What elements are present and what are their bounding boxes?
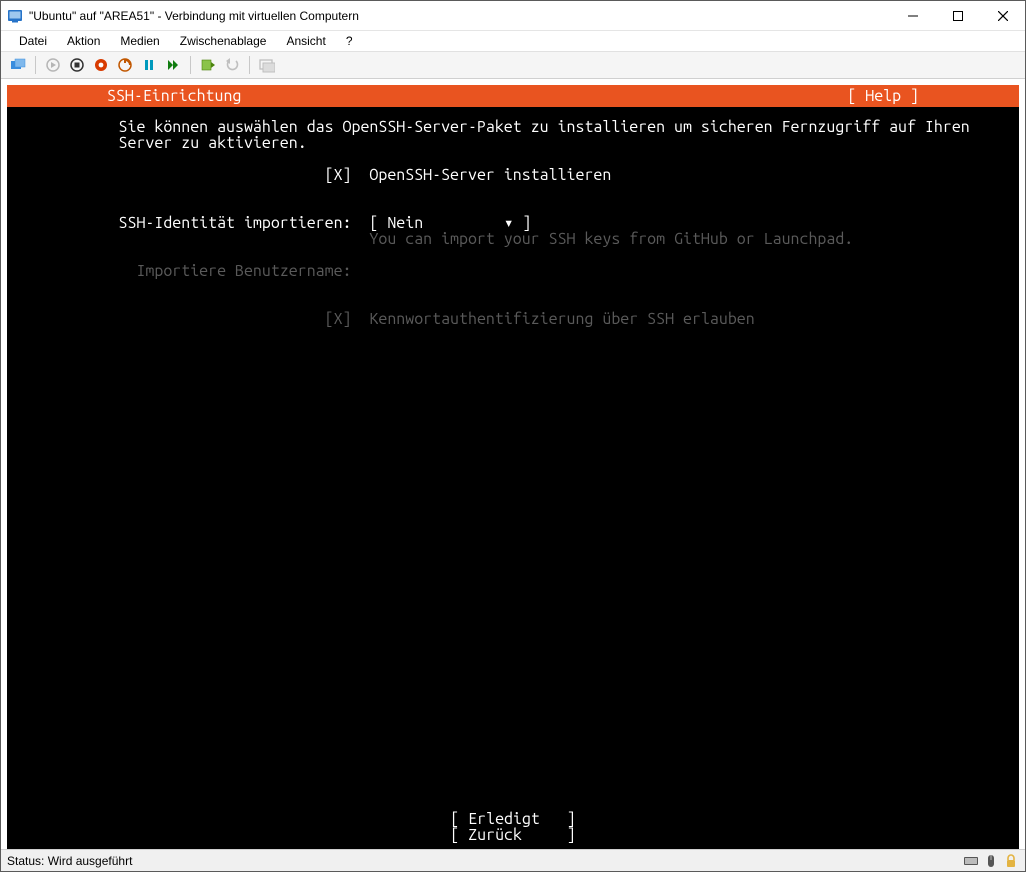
revert-icon[interactable]	[221, 54, 243, 76]
ctrl-alt-del-icon[interactable]	[7, 54, 29, 76]
toolbar	[1, 51, 1025, 79]
guest-display[interactable]: SSH-Einrichtung [ Help ] Sie können ausw…	[7, 85, 1019, 849]
vm-viewport-container: SSH-Einrichtung [ Help ] Sie können ausw…	[1, 79, 1025, 849]
close-button[interactable]	[980, 1, 1025, 30]
enhanced-session-icon[interactable]	[256, 54, 278, 76]
import-identity-hint: You can import your SSH keys from GitHub…	[369, 230, 853, 248]
pause-icon[interactable]	[138, 54, 160, 76]
maximize-button[interactable]	[935, 1, 980, 30]
turn-off-icon[interactable]	[66, 54, 88, 76]
start-icon[interactable]	[42, 54, 64, 76]
checkpoint-icon[interactable]	[197, 54, 219, 76]
keyboard-icon	[963, 853, 979, 869]
allow-pw-auth-label: Kennwortauthentifizierung über SSH erlau…	[369, 310, 754, 328]
status-bar: Status: Wird ausgeführt	[1, 849, 1025, 871]
menu-item-ansicht[interactable]: Ansicht	[278, 32, 333, 50]
menu-item-aktion[interactable]: Aktion	[59, 32, 108, 50]
back-button[interactable]: [ Zurück ]	[450, 826, 575, 844]
intro-line-2: Server zu aktivieren.	[119, 134, 307, 152]
menu-bar: Datei Aktion Medien Zwischenablage Ansic…	[1, 31, 1025, 51]
menu-item-medien[interactable]: Medien	[112, 32, 167, 50]
install-openssh-checkbox[interactable]: [X]	[325, 166, 352, 184]
window-title: "Ubuntu" auf "AREA51" - Verbindung mit v…	[29, 9, 359, 23]
reset-icon[interactable]	[162, 54, 184, 76]
menu-item-datei[interactable]: Datei	[11, 32, 55, 50]
save-state-icon[interactable]	[114, 54, 136, 76]
menu-item-zwischenablage[interactable]: Zwischenablage	[172, 32, 275, 50]
mouse-icon	[983, 853, 999, 869]
import-username-label: Importiere Benutzername:	[136, 262, 351, 280]
allow-pw-auth-checkbox[interactable]: [X]	[325, 310, 352, 328]
help-button[interactable]: [ Help ]	[847, 85, 1015, 107]
status-label: Status:	[7, 854, 44, 868]
install-openssh-label: OpenSSH-Server installieren	[369, 166, 611, 184]
installer-title: SSH-Einrichtung	[11, 85, 241, 107]
status-value: Wird ausgeführt	[48, 854, 133, 868]
shutdown-icon[interactable]	[90, 54, 112, 76]
window-titlebar: "Ubuntu" auf "AREA51" - Verbindung mit v…	[1, 1, 1025, 31]
installer-header: SSH-Einrichtung [ Help ]	[7, 85, 1019, 107]
lock-icon	[1003, 853, 1019, 869]
menu-item-help[interactable]: ?	[338, 32, 361, 50]
minimize-button[interactable]	[890, 1, 935, 30]
app-icon	[7, 8, 23, 24]
